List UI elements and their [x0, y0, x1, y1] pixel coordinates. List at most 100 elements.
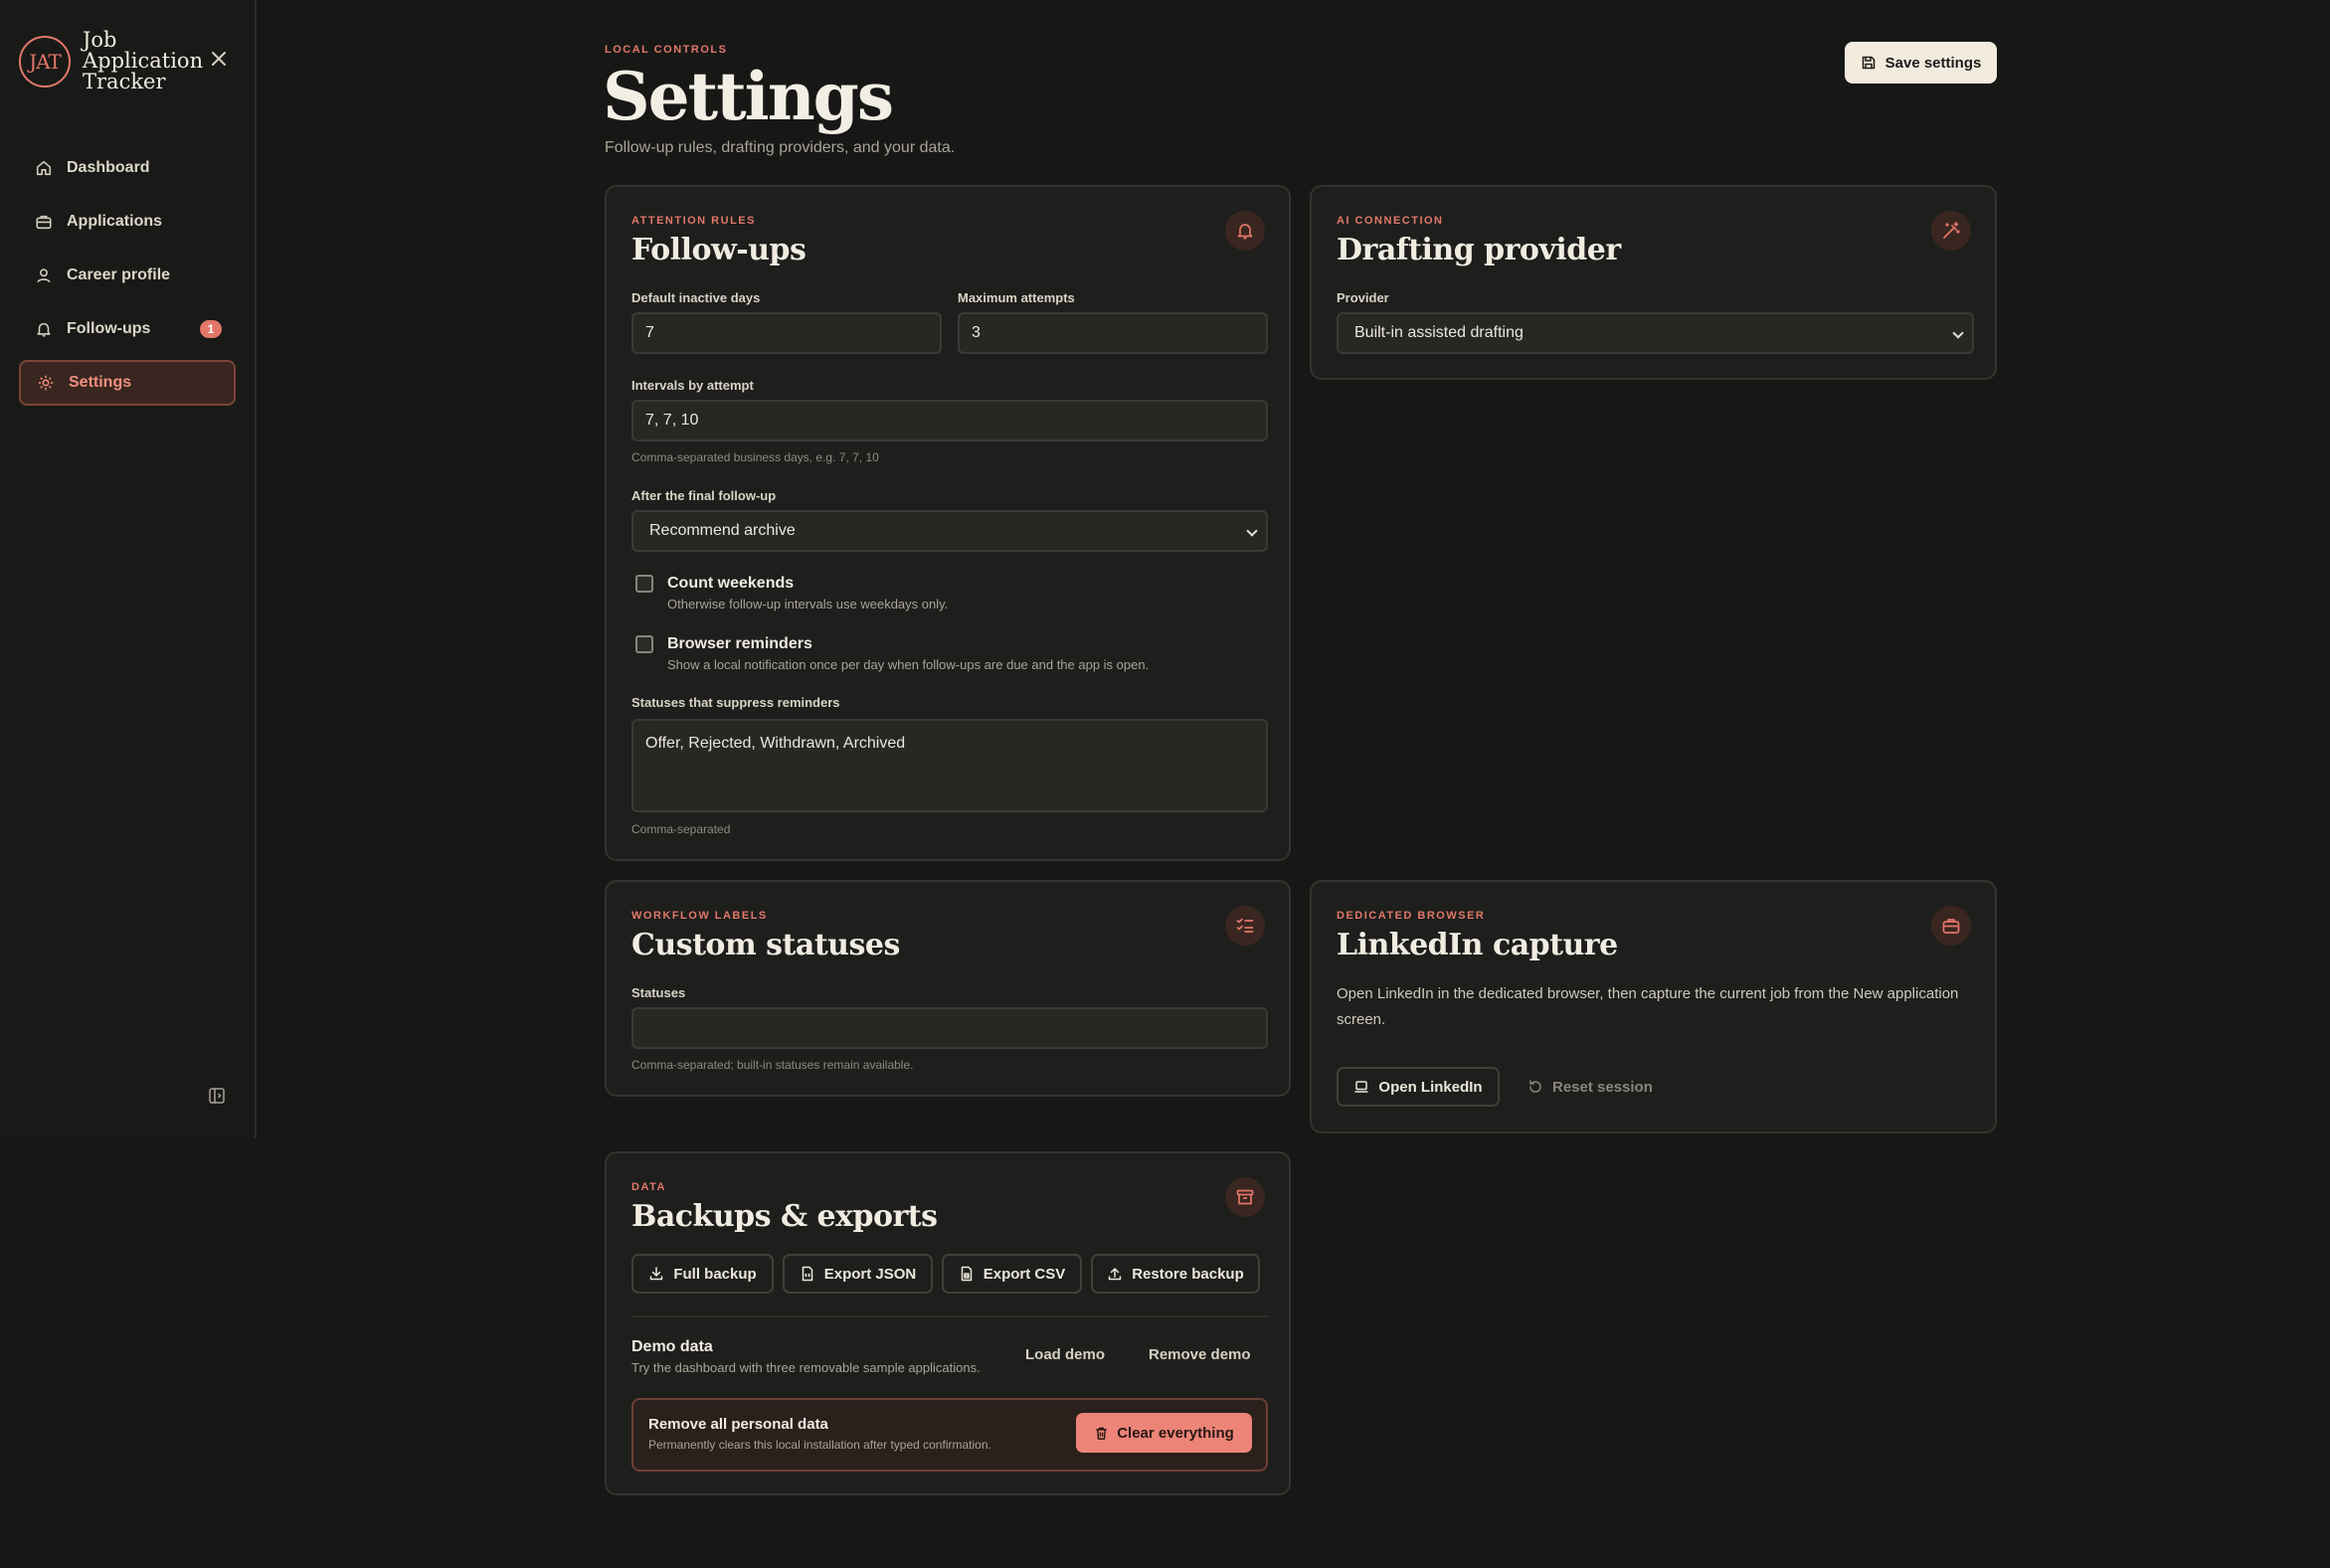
- demo-data-desc: Try the dashboard with three removable s…: [631, 1360, 981, 1375]
- restore-backup-label: Restore backup: [1132, 1265, 1244, 1283]
- demo-data-title: Demo data: [631, 1338, 713, 1355]
- after-final-value: Recommend archive: [649, 522, 796, 539]
- statuses-label: Statuses: [631, 985, 686, 1000]
- save-icon: [1862, 56, 1875, 70]
- browser-reminders-desc: Show a local notification once per day w…: [667, 657, 1150, 672]
- follow-ups-card: ATTENTION RULES Follow-ups Default inact…: [605, 185, 1291, 861]
- briefcase-icon: [1942, 919, 1960, 934]
- count-weekends-title: Count weekends: [667, 575, 795, 592]
- statuses-hint: Comma-separated; built-in statuses remai…: [631, 1058, 914, 1072]
- sidebar: JAT Job Application Tracker Dashboard Ap…: [0, 0, 257, 1138]
- card-title: Follow-ups: [631, 233, 807, 267]
- reset-session-label: Reset session: [1552, 1078, 1653, 1096]
- card-eyebrow: ATTENTION RULES: [631, 215, 756, 227]
- count-weekends-desc: Otherwise follow-up intervals use weekda…: [667, 597, 949, 611]
- nav-label-dashboard: Dashboard: [67, 159, 150, 176]
- statuses-input[interactable]: [631, 1007, 1268, 1049]
- intervals-input[interactable]: 7, 7, 10: [631, 400, 1268, 441]
- close-sidebar-icon[interactable]: [209, 49, 229, 69]
- count-weekends-checkbox[interactable]: [635, 575, 653, 593]
- danger-zone: Remove all personal data Permanently cle…: [631, 1398, 1268, 1472]
- suppress-statuses-label: Statuses that suppress reminders: [631, 695, 840, 710]
- collapse-sidebar-icon[interactable]: [208, 1087, 226, 1105]
- user-icon: [37, 268, 51, 283]
- card-eyebrow: DEDICATED BROWSER: [1337, 910, 1486, 922]
- checklist-icon: [1236, 918, 1254, 933]
- maximum-attempts-label: Maximum attempts: [958, 290, 1075, 305]
- provider-select[interactable]: Built-in assisted drafting: [1337, 312, 1974, 354]
- custom-statuses-card: WORKFLOW LABELS Custom statuses Statuses…: [605, 880, 1291, 1097]
- follow-ups-count-badge: 1: [200, 320, 222, 338]
- provider-label: Provider: [1337, 290, 1389, 305]
- save-settings-label: Save settings: [1884, 54, 1982, 72]
- card-icon-badge: [1225, 906, 1265, 946]
- full-backup-button[interactable]: Full backup: [631, 1254, 774, 1294]
- page-subtitle: Follow-up rules, drafting providers, and…: [605, 139, 956, 156]
- card-title: LinkedIn capture: [1337, 928, 1618, 962]
- nav-label-follow-ups: Follow-ups: [67, 320, 151, 337]
- remove-all-title: Remove all personal data: [648, 1416, 828, 1433]
- page-title: Settings: [603, 58, 894, 135]
- remove-demo-button[interactable]: Remove demo: [1149, 1334, 1251, 1374]
- maximum-attempts-input[interactable]: 3: [958, 312, 1268, 354]
- card-eyebrow: DATA: [631, 1181, 666, 1193]
- nav-label-settings: Settings: [69, 374, 132, 391]
- restore-backup-button[interactable]: Restore backup: [1091, 1254, 1260, 1294]
- nav-label-career-profile: Career profile: [67, 266, 171, 283]
- download-icon: [650, 1267, 663, 1281]
- magic-wand-icon: [1943, 222, 1960, 239]
- nav-item-applications[interactable]: Applications: [19, 199, 236, 245]
- export-csv-button[interactable]: Export CSV: [942, 1254, 1082, 1294]
- card-icon-badge: [1225, 211, 1265, 251]
- home-icon: [36, 160, 52, 176]
- nav-item-settings[interactable]: Settings: [19, 360, 236, 406]
- bell-icon: [1237, 224, 1253, 240]
- maximum-attempts-value: 3: [972, 324, 981, 341]
- suppress-statuses-textarea[interactable]: Offer, Rejected, Withdrawn, Archived: [631, 719, 1268, 812]
- refresh-icon: [1529, 1080, 1541, 1093]
- clear-everything-button[interactable]: Clear everything: [1076, 1413, 1252, 1453]
- card-title: Custom statuses: [631, 928, 900, 962]
- suppress-statuses-value: Offer, Rejected, Withdrawn, Archived: [645, 735, 906, 752]
- export-json-button[interactable]: Export JSON: [783, 1254, 933, 1294]
- browser-reminders-title: Browser reminders: [667, 635, 812, 652]
- card-title: Backups & exports: [631, 1199, 938, 1234]
- divider: [631, 1315, 1268, 1317]
- brand-logo: JAT: [19, 35, 71, 87]
- card-icon-badge: [1931, 211, 1971, 251]
- save-settings-button[interactable]: Save settings: [1845, 42, 1997, 84]
- open-linkedin-button[interactable]: Open LinkedIn: [1337, 1067, 1500, 1107]
- default-inactive-days-input[interactable]: 7: [631, 312, 942, 354]
- open-linkedin-label: Open LinkedIn: [1378, 1078, 1483, 1096]
- main-nav: Dashboard Applications Career profile Fo…: [19, 145, 236, 414]
- briefcase-icon: [36, 215, 52, 230]
- brand[interactable]: JAT Job Application Tracker: [19, 28, 204, 93]
- browser-reminders-checkbox[interactable]: [635, 635, 653, 653]
- file-code-icon: [802, 1266, 812, 1282]
- card-eyebrow: AI CONNECTION: [1337, 215, 1444, 227]
- intervals-value: 7, 7, 10: [645, 412, 699, 429]
- nav-item-dashboard[interactable]: Dashboard: [19, 145, 236, 191]
- export-csv-label: Export CSV: [983, 1265, 1066, 1283]
- after-final-select[interactable]: Recommend archive: [631, 510, 1268, 552]
- reset-session-button[interactable]: Reset session: [1527, 1067, 1653, 1107]
- card-eyebrow: WORKFLOW LABELS: [631, 910, 768, 922]
- archive-icon: [1236, 1189, 1254, 1205]
- upload-icon: [1108, 1268, 1122, 1281]
- backups-exports-card: DATA Backups & exports Full backup Expor…: [605, 1151, 1291, 1495]
- linkedin-description: Open LinkedIn in the dedicated browser, …: [1337, 985, 1959, 1028]
- nav-item-follow-ups[interactable]: Follow-ups 1: [19, 306, 236, 352]
- nav-item-career-profile[interactable]: Career profile: [19, 253, 236, 298]
- after-final-label: After the final follow-up: [631, 488, 777, 503]
- load-demo-button[interactable]: Load demo: [1025, 1334, 1105, 1374]
- page-eyebrow: LOCAL CONTROLS: [605, 44, 728, 56]
- clear-everything-label: Clear everything: [1117, 1424, 1234, 1442]
- export-json-label: Export JSON: [823, 1265, 917, 1283]
- file-spreadsheet-icon: [961, 1266, 972, 1282]
- default-inactive-days-value: 7: [645, 324, 654, 341]
- linkedin-capture-card: DEDICATED BROWSER LinkedIn capture Open …: [1310, 880, 1997, 1133]
- intervals-hint: Comma-separated business days, e.g. 7, 7…: [631, 450, 879, 464]
- laptop-icon: [1354, 1081, 1368, 1093]
- card-title: Drafting provider: [1337, 233, 1621, 267]
- app-name: Job Application Tracker: [83, 28, 204, 93]
